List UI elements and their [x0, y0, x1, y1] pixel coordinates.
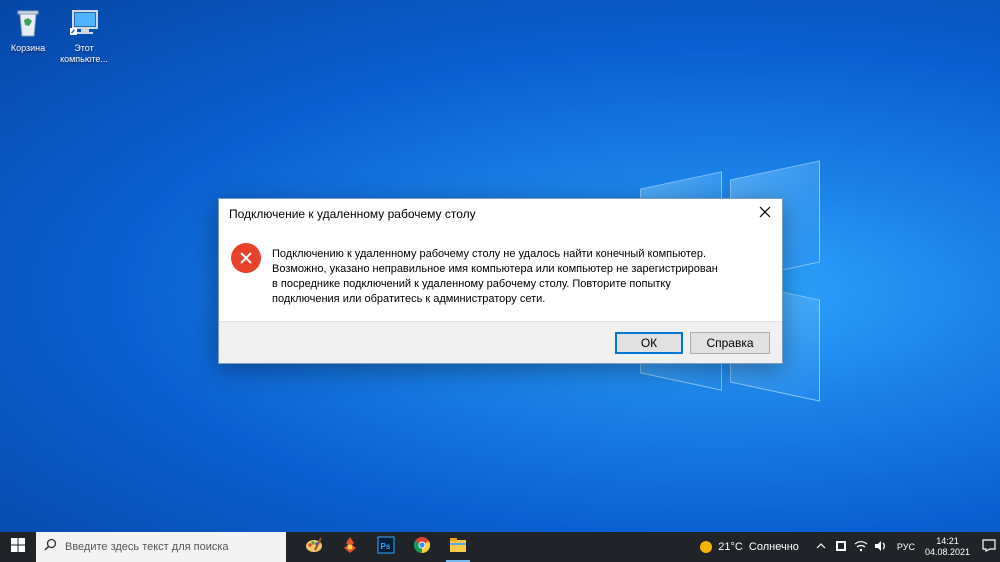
system-tray: 21°C Солнечно РУС 14:21 04.08.2021 — [700, 532, 1000, 562]
file-explorer-icon — [449, 536, 467, 559]
volume-button[interactable] — [873, 540, 889, 555]
desktop-icon-this-pc[interactable]: Этот компьюте... — [56, 6, 112, 65]
desktop-icon-label: Корзина — [10, 43, 46, 53]
wifi-icon — [854, 540, 868, 555]
notification-icon — [982, 539, 996, 555]
clock-date: 04.08.2021 — [924, 547, 970, 557]
search-icon — [44, 538, 57, 556]
desktop-icon-recycle-bin[interactable]: Корзина — [0, 6, 56, 54]
network-button[interactable] — [853, 540, 869, 555]
dialog-footer: ОК Справка — [219, 321, 782, 363]
weather-widget[interactable]: 21°C Солнечно — [700, 541, 799, 553]
ok-button[interactable]: ОК — [615, 332, 683, 354]
clock[interactable]: 14:21 04.08.2021 — [925, 536, 970, 558]
paint-icon — [305, 536, 323, 559]
error-icon — [231, 243, 261, 273]
taskbar-app-file-explorer[interactable] — [440, 532, 476, 562]
help-button[interactable]: Справка — [690, 332, 770, 354]
clock-time: 14:21 — [936, 536, 959, 546]
taskbar-search-box[interactable]: Введите здесь текст для поиска — [36, 532, 286, 562]
input-language-button[interactable]: РУС — [897, 542, 915, 552]
show-hidden-icons-button[interactable] — [813, 542, 829, 553]
chevron-up-icon — [816, 542, 826, 553]
recycle-bin-icon — [11, 6, 45, 40]
taskbar-app-chrome[interactable] — [404, 532, 440, 562]
notifications-button[interactable] — [978, 539, 1000, 555]
taskbar-app-paint[interactable] — [296, 532, 332, 562]
taskbar-app-game[interactable] — [332, 532, 368, 562]
weather-condition: Солнечно — [748, 541, 799, 553]
game-icon — [341, 536, 359, 559]
dialog-close-button[interactable] — [748, 199, 782, 229]
weather-temp: 21°C — [718, 541, 743, 553]
sun-icon — [700, 541, 713, 553]
computer-icon — [67, 6, 101, 40]
photoshop-icon: Ps — [377, 536, 395, 559]
search-placeholder: Введите здесь текст для поиска — [65, 541, 229, 553]
tray-app-button[interactable] — [833, 540, 849, 555]
tray-app-icon — [835, 540, 847, 555]
taskbar: Введите здесь текст для поиска Ps 21°C С… — [0, 532, 1000, 562]
dialog-title: Подключение к удаленному рабочему столу — [229, 207, 476, 221]
dialog-message: Подключению к удаленному рабочему столу … — [272, 248, 718, 305]
start-button[interactable] — [0, 532, 36, 562]
speaker-icon — [874, 540, 888, 555]
windows-icon — [11, 537, 25, 557]
desktop-icon-label: Этот компьюте... — [60, 43, 108, 64]
chrome-icon — [413, 536, 431, 559]
close-icon — [759, 205, 771, 223]
rdp-error-dialog: Подключение к удаленному рабочему столу … — [218, 198, 783, 364]
taskbar-app-photoshop[interactable]: Ps — [368, 532, 404, 562]
svg-text:Ps: Ps — [381, 542, 391, 551]
taskbar-apps: Ps — [296, 532, 476, 562]
